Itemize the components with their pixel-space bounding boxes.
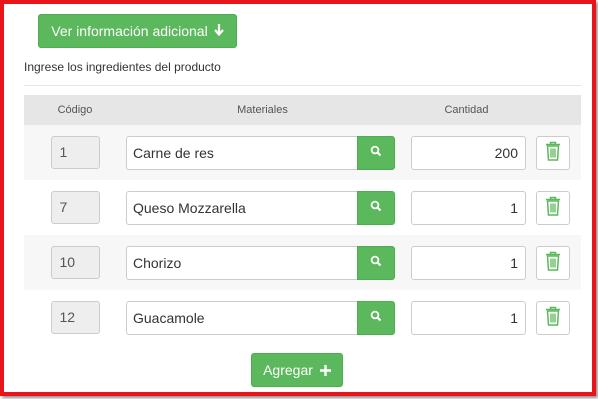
ingredients-table: Código Materiales Cantidad 1 Carne de re… [24, 95, 581, 345]
search-material-button[interactable] [357, 300, 395, 335]
code-field: 10 [50, 246, 100, 279]
delete-row-button[interactable] [536, 245, 570, 280]
search-icon [370, 145, 382, 160]
search-material-button[interactable] [357, 245, 395, 280]
delete-row-button[interactable] [536, 300, 570, 335]
more-info-button[interactable]: Ver información adicional [38, 14, 237, 48]
search-material-button[interactable] [357, 135, 395, 170]
table-row: 7 Queso Mozzarella 1 [24, 180, 581, 235]
delete-row-button[interactable] [536, 135, 570, 170]
material-input[interactable]: Queso Mozzarella [126, 190, 357, 225]
header-materials: Materiales [126, 95, 399, 125]
header-code: Código [24, 95, 126, 125]
arrow-down-icon [213, 23, 224, 39]
material-input[interactable]: Guacamole [126, 300, 357, 335]
search-icon [370, 200, 382, 215]
trash-icon [545, 196, 561, 219]
header-actions [534, 95, 581, 125]
trash-icon [545, 306, 561, 329]
material-input[interactable]: Carne de res [126, 135, 357, 170]
quantity-input[interactable]: 1 [411, 300, 526, 335]
search-material-button[interactable] [357, 190, 395, 225]
divider [24, 85, 581, 86]
trash-icon [545, 141, 561, 164]
header-quantity: Cantidad [399, 95, 534, 125]
quantity-input[interactable]: 1 [411, 190, 526, 225]
more-info-label: Ver información adicional [51, 23, 208, 39]
table-row: 12 Guacamole 1 [24, 290, 581, 345]
material-input[interactable]: Chorizo [126, 245, 357, 280]
add-label: Agregar [263, 362, 313, 378]
search-icon [370, 310, 382, 325]
quantity-input[interactable]: 1 [411, 245, 526, 280]
ingredients-instruction: Ingrese los ingredientes del producto [24, 60, 221, 74]
delete-row-button[interactable] [536, 190, 570, 225]
quantity-input[interactable]: 200 [411, 135, 526, 170]
add-ingredient-button[interactable]: Agregar [251, 353, 343, 387]
trash-icon [545, 251, 561, 274]
table-row: 1 Carne de res 200 [24, 125, 581, 180]
code-field: 12 [50, 301, 100, 334]
table-header-row: Código Materiales Cantidad [24, 95, 581, 125]
code-field: 7 [50, 191, 100, 224]
plus-icon [319, 362, 331, 379]
code-field: 1 [50, 136, 100, 169]
table-row: 10 Chorizo 1 [24, 235, 581, 290]
search-icon [370, 255, 382, 270]
